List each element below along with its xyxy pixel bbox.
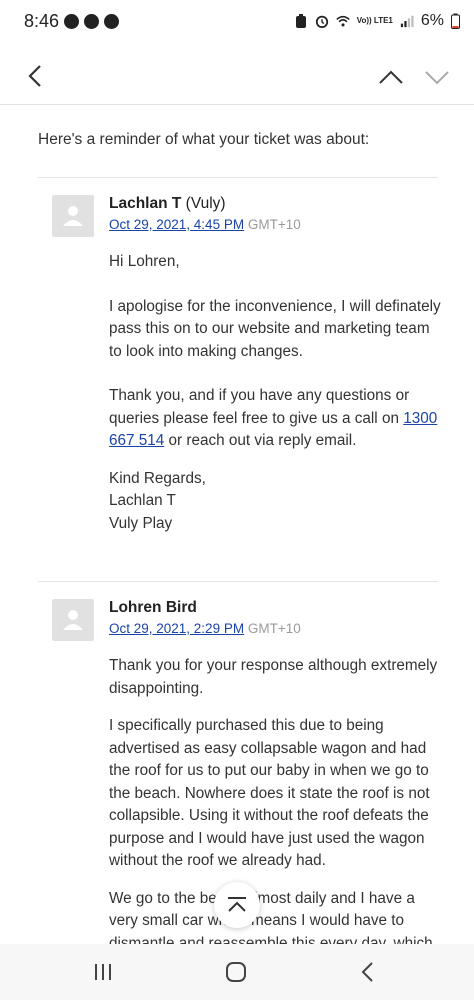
timezone: GMT+10	[247, 621, 301, 636]
paragraph: Thank you for your response although ext…	[109, 657, 438, 697]
paragraph-text: Thank you, and if you have any questions…	[109, 387, 410, 427]
date-link[interactable]: Oct 29, 2021, 2:29 PM	[109, 621, 244, 636]
message-date: Oct 29, 2021, 4:45 PM GMT+10	[109, 217, 301, 232]
sender-name: Lohren Bird	[109, 599, 197, 616]
alarm-icon	[315, 15, 328, 28]
person-icon	[63, 206, 83, 226]
battery-icon	[451, 13, 460, 29]
paragraph: I specifically purchased this due to bei…	[109, 717, 430, 869]
messenger-icon	[64, 14, 79, 29]
status-icons: Vo)) LTE1 6%	[294, 12, 460, 30]
battery-percentage: 6%	[420, 12, 444, 29]
signature-line: Vuly Play	[109, 514, 173, 532]
paragraph: We go to the beach almost daily and I ha…	[109, 889, 433, 945]
message-date: Oct 29, 2021, 2:29 PM GMT+10	[109, 621, 301, 636]
message-body: Thank you for your response although ext…	[109, 655, 445, 944]
status-time: 8:46	[24, 11, 60, 31]
messenger-icon	[84, 14, 99, 29]
avatar	[52, 599, 94, 641]
person-icon	[63, 610, 83, 630]
paragraph: I apologise for the inconvenience, I wil…	[109, 297, 441, 360]
greeting: Hi Lohren,	[109, 253, 180, 270]
message-body: Hi Lohren, I apologise for the inconveni…	[109, 251, 445, 535]
divider	[38, 177, 438, 178]
scroll-up-icon	[228, 897, 246, 912]
divider	[38, 581, 438, 582]
wifi-icon	[335, 15, 350, 27]
sender-name-line: Lohren Bird	[109, 599, 197, 617]
scroll-to-top-button[interactable]	[214, 882, 260, 928]
status-bar: 8:46 Vo)) LTE1 6%	[0, 0, 474, 44]
paragraph-text: or reach out via reply email.	[164, 432, 357, 449]
top-bar	[0, 48, 474, 105]
system-nav-bar	[0, 944, 474, 1000]
signature: Kind Regards, Lachlan T Vuly Play	[109, 468, 445, 536]
previous-message-icon[interactable]	[376, 64, 406, 90]
back-arrow-icon[interactable]	[22, 58, 52, 94]
sender-name-line: Lachlan T (Vuly)	[109, 195, 226, 213]
avatar	[52, 195, 94, 237]
home-icon[interactable]	[221, 958, 251, 986]
recent-apps-icon[interactable]	[88, 958, 118, 986]
system-back-icon[interactable]	[354, 958, 384, 986]
messenger-icon	[104, 14, 119, 29]
timezone: GMT+10	[247, 217, 301, 232]
ticket-reminder-text: Here's a reminder of what your ticket wa…	[38, 131, 370, 148]
signature-line: Lachlan T	[109, 492, 176, 509]
signature-line: Kind Regards,	[109, 469, 206, 487]
app-notification-icon	[295, 14, 306, 28]
signal-icon	[400, 15, 414, 28]
email-content[interactable]: Here's a reminder of what your ticket wa…	[0, 104, 474, 944]
next-message-icon[interactable]	[422, 64, 452, 90]
paragraph: Thank you, and if you have any questions…	[109, 385, 445, 453]
network-label: Vo)) LTE1	[356, 16, 393, 25]
sender-name: Lachlan T	[109, 195, 182, 212]
date-link[interactable]: Oct 29, 2021, 4:45 PM	[109, 217, 244, 232]
sender-org: (Vuly)	[185, 195, 226, 212]
